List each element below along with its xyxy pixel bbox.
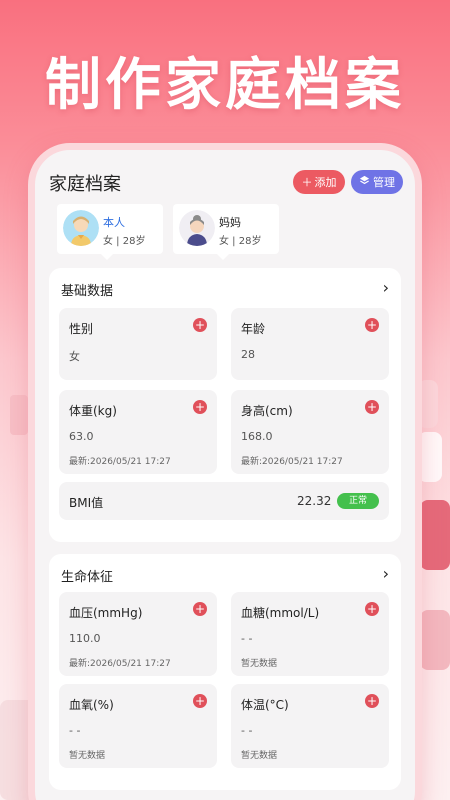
tile-value: 110.0: [69, 632, 101, 645]
promo-headline: 制作家庭档案: [45, 53, 405, 118]
tile-timestamp: 暂无数据: [241, 751, 278, 761]
manage-button-label: 管理: [373, 176, 395, 189]
decorative-block: [420, 610, 450, 670]
tile-label: 性别: [69, 322, 94, 336]
tile-timestamp: 暂无数据: [69, 751, 106, 761]
tile-value: - -: [241, 632, 253, 645]
phone-frame: 家庭档案 ＋ 添加 管理 本人 女 | 28岁 妈妈 女 | 28岁 基础数据 …: [28, 143, 422, 800]
height-tile[interactable]: 身高(cm) + 168.0 最新:2026/05/21 17:27: [231, 390, 389, 474]
basic-data-title: 基础数据: [61, 284, 114, 299]
member-name: 妈妈: [219, 216, 241, 229]
plus-circle-icon[interactable]: +: [365, 318, 379, 332]
basic-data-card: 基础数据 › 性别 + 女 年龄 + 28 体重(kg) + 63.0 最新:2…: [49, 268, 401, 542]
bmi-row[interactable]: BMI值 22.32 正常: [59, 482, 389, 520]
manage-button[interactable]: 管理: [351, 170, 403, 194]
tile-label: 血压(mmHg): [69, 606, 143, 620]
age-tile[interactable]: 年龄 + 28: [231, 308, 389, 380]
decorative-block: [10, 395, 28, 435]
member-selector: 本人 女 | 28岁 妈妈 女 | 28岁: [49, 204, 401, 260]
tile-value: 63.0: [69, 430, 94, 443]
plus-circle-icon[interactable]: +: [193, 694, 207, 708]
member-name: 本人: [103, 216, 125, 229]
member-info: 女 | 28岁: [103, 236, 146, 247]
add-member-button[interactable]: ＋ 添加: [293, 170, 345, 194]
tile-label: 年龄: [241, 322, 266, 336]
tile-label: 血糖(mmol/L): [241, 606, 320, 620]
decorative-block: [420, 500, 450, 570]
plus-circle-icon[interactable]: +: [193, 400, 207, 414]
chevron-right-icon[interactable]: ›: [383, 278, 389, 297]
tile-value: - -: [241, 724, 253, 737]
tile-timestamp: 最新:2026/05/21 17:27: [241, 457, 343, 467]
body-temperature-tile[interactable]: 体温(°C) + - - 暂无数据: [231, 684, 389, 768]
add-button-label: 添加: [314, 176, 337, 189]
tile-label: 体温(°C): [241, 698, 289, 712]
gender-tile[interactable]: 性别 + 女: [59, 308, 217, 380]
chevron-right-icon[interactable]: ›: [383, 564, 389, 583]
blood-pressure-tile[interactable]: 血压(mmHg) + 110.0 最新:2026/05/21 17:27: [59, 592, 217, 676]
status-badge: 正常: [337, 493, 379, 509]
bmi-label: BMI值: [69, 496, 104, 510]
app-header: 家庭档案 ＋ 添加 管理: [49, 168, 403, 198]
vitals-title: 生命体征: [61, 570, 114, 585]
page-title: 家庭档案: [49, 174, 121, 195]
weight-tile[interactable]: 体重(kg) + 63.0 最新:2026/05/21 17:27: [59, 390, 217, 474]
member-info: 女 | 28岁: [219, 236, 262, 247]
plus-circle-icon[interactable]: +: [193, 602, 207, 616]
member-card-self[interactable]: 本人 女 | 28岁: [57, 204, 163, 260]
plus-circle-icon[interactable]: +: [193, 318, 207, 332]
tile-value: 168.0: [241, 430, 273, 443]
blood-oxygen-tile[interactable]: 血氧(%) + - - 暂无数据: [59, 684, 217, 768]
tile-value: 女: [69, 350, 80, 363]
blood-glucose-tile[interactable]: 血糖(mmol/L) + - - 暂无数据: [231, 592, 389, 676]
tile-label: 身高(cm): [241, 404, 293, 418]
tile-timestamp: 最新:2026/05/21 17:27: [69, 457, 171, 467]
tile-label: 血氧(%): [69, 698, 114, 712]
plus-icon: ＋: [301, 176, 313, 189]
member-card-mom[interactable]: 妈妈 女 | 28岁: [173, 204, 279, 260]
layers-icon: [359, 175, 370, 189]
vitals-card: 生命体征 › 血压(mmHg) + 110.0 最新:2026/05/21 17…: [49, 554, 401, 790]
avatar-mom-icon: [179, 210, 215, 246]
tile-value: - -: [69, 724, 81, 737]
avatar-self-icon: [63, 210, 99, 246]
bmi-value: 22.32: [297, 494, 332, 508]
tile-timestamp: 最新:2026/05/21 17:27: [69, 659, 171, 669]
tile-value: 28: [241, 348, 255, 361]
tile-timestamp: 暂无数据: [241, 659, 278, 669]
plus-circle-icon[interactable]: +: [365, 694, 379, 708]
plus-circle-icon[interactable]: +: [365, 602, 379, 616]
tile-label: 体重(kg): [69, 404, 117, 418]
plus-circle-icon[interactable]: +: [365, 400, 379, 414]
